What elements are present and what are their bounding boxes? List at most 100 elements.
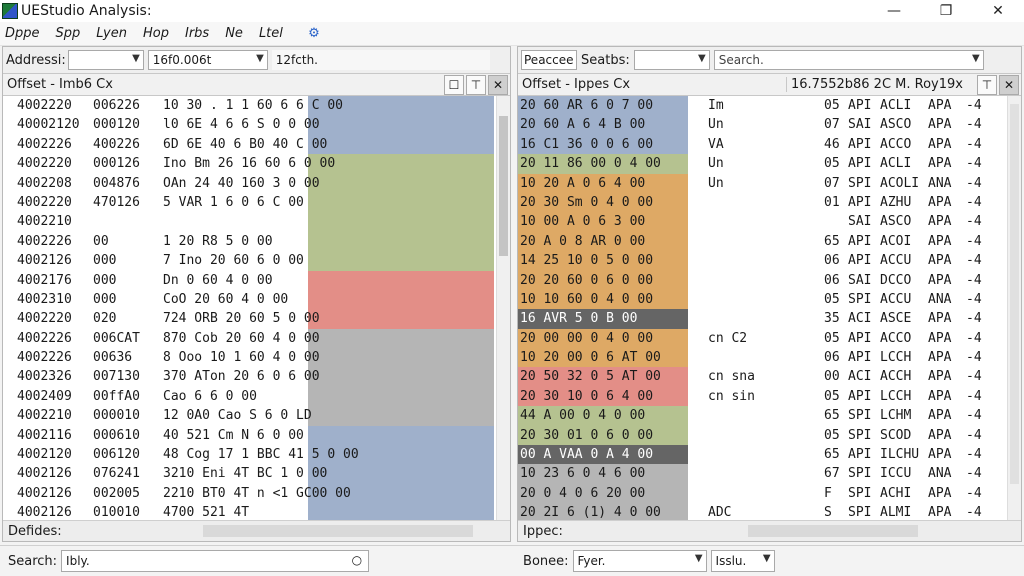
vertical-scrollbar[interactable] [496, 96, 510, 522]
minimize-button[interactable]: — [868, 0, 920, 22]
search-scope-combo[interactable]: ▼ [633, 50, 710, 70]
offset-combo[interactable]: 16f0.006t ▼ [147, 50, 268, 70]
menu-item[interactable]: Ne [225, 26, 243, 41]
num-cell: 05 [824, 98, 840, 113]
scrollbar-thumb[interactable] [499, 116, 508, 256]
maximize-button[interactable]: ❐ [920, 0, 972, 22]
code-cell: LCHM [880, 408, 912, 424]
menu-item[interactable]: Spp [56, 26, 81, 41]
table-row[interactable]: 20 20 60 0 6 0 00 06 SAI DCCO APA -4 [518, 270, 1021, 290]
table-row[interactable]: 10 23 6 0 4 6 00 67 SPI ICCU ANA -4 [518, 464, 1021, 484]
table-row[interactable]: 4002126 076241 3210 Eni 4T BC 1 0 00 [3, 464, 510, 484]
horizontal-scrollbar[interactable] [748, 525, 918, 537]
data-cell: 00636 [93, 350, 133, 366]
pin-icon[interactable]: ⊤ [977, 75, 997, 95]
analysis-grid[interactable]: 20 60 AR 6 0 7 00 Im 05 API ACLI APA -4 20 60 A… [518, 96, 1021, 522]
table-row[interactable]: 4002120 006120 48 Cog 17 1 BBC 41 5 0 00 [3, 445, 510, 465]
table-row[interactable]: 4002210 000010 12 0A0 Cao S 6 0 LD [3, 406, 510, 426]
table-row[interactable]: 10 20 00 0 6 AT 00 06 API LCCH APA -4 [518, 348, 1021, 368]
table-row[interactable]: 4002226 400226 6D 6E 40 6 B0 40 C 00 [3, 134, 510, 155]
filter-combo[interactable]: Fyer. ▼ [572, 550, 707, 572]
hex-cell: 6D 6E 40 6 B0 40 C 00 [163, 136, 328, 152]
table-row[interactable]: 00 A VAA 0 A 4 00 65 API ILCHU APA -4 [518, 445, 1021, 465]
search-input[interactable]: Ibly. ○ [61, 550, 370, 572]
scrollbar-thumb[interactable] [1010, 104, 1019, 484]
flag-cell: -4 [966, 253, 982, 269]
close-button[interactable]: ✕ [972, 0, 1024, 22]
type-cell: ACI [848, 369, 872, 385]
table-row[interactable]: 16 AVR 5 0 B 00 35 ACI ASCE APA -4 [518, 309, 1021, 329]
table-row[interactable]: 20 30 Sm 0 4 0 00 01 API AZHU APA -4 [518, 192, 1021, 213]
table-row[interactable]: 10 00 A 0 6 3 00 SAI ASCO APA -4 [518, 212, 1021, 232]
table-row[interactable]: 10 10 60 0 4 0 00 05 SPI ACCU ANA -4 [518, 289, 1021, 310]
table-row[interactable]: 4002226 00636 8 Ooo 10 1 60 4 0 00 [3, 348, 510, 368]
table-row[interactable]: 4002326 007130 370 ATon 20 6 0 6 00 [3, 367, 510, 387]
menu-item[interactable]: Irbs [185, 26, 209, 41]
fetch-field[interactable]: 12fcth. [271, 50, 490, 70]
table-row[interactable]: 4002220 006226 10 30 . 1 1 60 6 6 C 00 [3, 96, 510, 116]
copy-icon[interactable]: ☐ [444, 75, 464, 95]
ascii-cell [708, 193, 778, 212]
table-row[interactable]: 20 60 A 6 4 B 00 Un 07 SAI ASCO APA -4 [518, 115, 1021, 135]
table-row[interactable]: 20 00 00 0 4 0 00 cn C2 05 API ACCO APA -4 [518, 328, 1021, 349]
table-row[interactable]: 4002310 000 CoO 20 60 4 0 00 [3, 289, 510, 310]
menu-item[interactable]: Lyen [96, 26, 127, 41]
table-row[interactable]: 4002226 006CAT 870 Cob 20 60 4 0 00 [3, 328, 510, 349]
table-row[interactable]: 16 C1 36 0 0 6 00 VA 46 API ACCO APA -4 [518, 134, 1021, 155]
table-row[interactable]: 44 A 00 0 4 0 00 65 SPI LCHM APA -4 [518, 406, 1021, 426]
type-cell: API [848, 233, 872, 249]
hex-cell: 20 60 AR 6 0 7 00 [520, 98, 654, 113]
table-row[interactable]: 20 0 4 0 6 20 00 F SPI ACHI APA -4 [518, 483, 1021, 504]
type-cell: SPI [848, 175, 872, 191]
table-row[interactable]: 4002220 470126 5 VAR 1 6 0 6 C 00 [3, 192, 510, 213]
table-row[interactable]: 20 50 32 0 5 AT 00 cn sna 00 ACI ACCH APA -4 [518, 367, 1021, 387]
settings-icon[interactable]: ⚙ [305, 25, 323, 43]
menu-item[interactable]: Hop [143, 26, 169, 41]
horizontal-scrollbar[interactable] [203, 525, 473, 537]
table-row[interactable]: 4002409 00ffA0 Cao 6 6 0 00 [3, 386, 510, 407]
address-combo[interactable]: ▼ [67, 50, 144, 70]
table-row[interactable]: 20 30 01 0 6 0 00 05 SPI SCOD APA -4 [518, 425, 1021, 446]
table-row[interactable]: 14 25 10 0 5 0 00 06 API ACCU APA -4 [518, 251, 1021, 271]
flag-cell: -4 [966, 98, 982, 113]
table-row[interactable]: 10 20 A 0 6 4 00 Un 07 SPI ACOLI ANA -4 [518, 173, 1021, 193]
search-input-right[interactable]: Search. ▼ [713, 50, 984, 70]
table-row[interactable]: 20 60 AR 6 0 7 00 Im 05 API ACLI APA -4 [518, 96, 1021, 116]
table-row[interactable]: 4002220 020 724 ORB 20 60 5 0 00 [3, 309, 510, 329]
table-row[interactable]: 4002126 000 7 Ino 20 60 6 0 00 [3, 251, 510, 271]
table-row[interactable]: 20 30 10 0 6 4 00 cn sin 05 API LCCH APA -4 [518, 386, 1021, 407]
close-pane-icon[interactable]: ✕ [488, 75, 508, 95]
table-row[interactable]: 4002226 00 1 20 R8 5 0 00 [3, 231, 510, 252]
table-row[interactable]: 4002116 000610 40 521 Cm N 6 0 00 [3, 425, 510, 446]
table-row[interactable]: 20 A 0 8 AR 0 00 65 API ACOI APA -4 [518, 231, 1021, 252]
hex-cell: 3210 Eni 4T BC 1 0 00 [163, 466, 328, 482]
filter-label: Bonee: [523, 553, 569, 569]
flag-cell: -4 [966, 311, 982, 327]
filter2-combo[interactable]: Isslu. ▼ [710, 550, 775, 572]
hex-cell: OAn 24 40 160 3 0 00 [163, 175, 320, 191]
table-row[interactable]: 4002208 004876 OAn 24 40 160 3 0 00 [3, 173, 510, 193]
flag-cell: -4 [966, 136, 982, 152]
hex-cell: 5 VAR 1 6 0 6 C 00 [163, 194, 304, 210]
close-pane-icon[interactable]: ✕ [999, 75, 1019, 95]
table-row[interactable]: 4002220 000126 Ino Bm 26 16 60 6 0 00 [3, 154, 510, 174]
menu-item[interactable]: Dppe [5, 26, 40, 41]
hex-cell: 10 10 60 0 4 0 00 [520, 291, 654, 307]
table-row[interactable]: 4002210 [3, 212, 510, 232]
pin-icon[interactable]: ⊤ [466, 75, 486, 95]
num-cell: 05 [824, 427, 840, 443]
hex-grid[interactable]: 4002220 006226 10 30 . 1 1 60 6 6 C 00 4000… [3, 96, 510, 522]
hex-cell: 8 Ooo 10 1 60 4 0 00 [163, 350, 320, 366]
hex-cell: 7 Ino 20 60 6 0 00 [163, 253, 304, 269]
menu-item[interactable]: Ltel [259, 26, 283, 41]
table-row[interactable]: 4002126 002005 2210 BT0 4T n <1 GC00 00 [3, 483, 510, 504]
table-row[interactable]: 40002120 000120 l0 6E 4 6 6 S 0 0 00 [3, 115, 510, 135]
ascii-cell [708, 348, 778, 367]
chevron-down-icon: ▼ [132, 53, 140, 64]
table-row[interactable]: 20 11 86 00 0 4 00 Un 05 API ACLI APA -4 [518, 154, 1021, 174]
code-cell: AZHU [880, 194, 912, 210]
address-label: Addressi: [6, 52, 66, 68]
vertical-scrollbar[interactable] [1007, 96, 1021, 522]
peaccee-tab[interactable]: Peaccee [521, 50, 577, 70]
table-row[interactable]: 4002176 000 Dn 0 60 4 0 00 [3, 270, 510, 290]
